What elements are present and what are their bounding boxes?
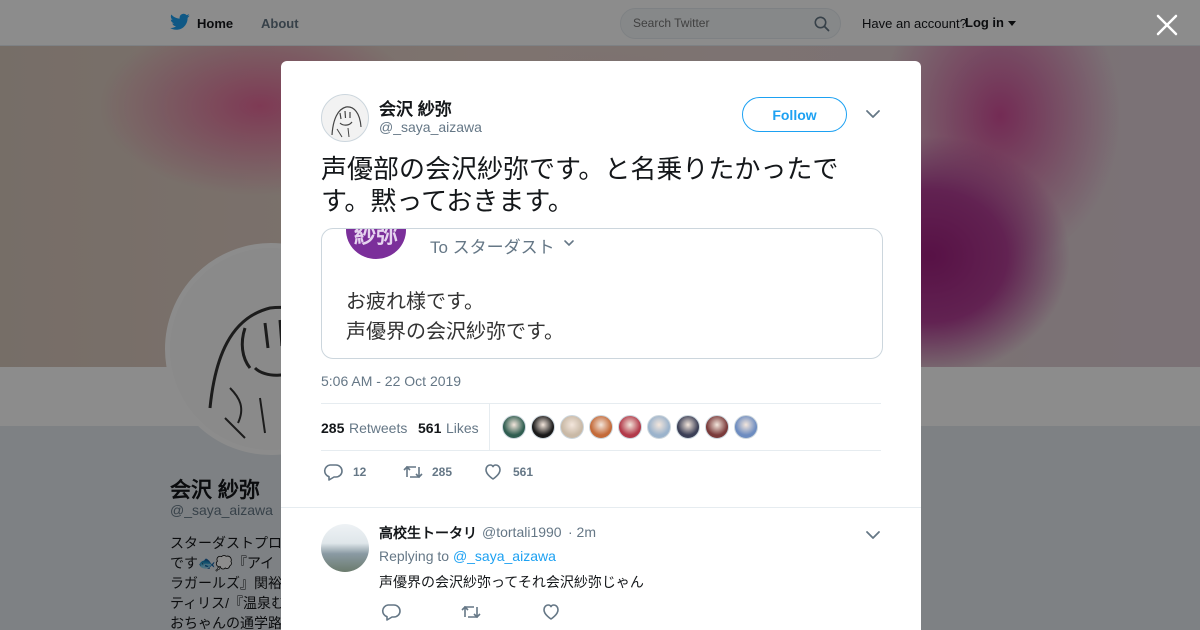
reply-count: 12 <box>353 465 367 479</box>
stats-divider <box>489 404 490 450</box>
author-name[interactable]: 会沢 紗弥 <box>379 95 452 120</box>
liker-avatar[interactable] <box>676 415 700 439</box>
tweet-timestamp[interactable]: 5:06 AM - 22 Oct 2019 <box>321 373 461 389</box>
like-count: 561 <box>513 465 534 479</box>
reply-text: 声優界の会沢紗弥ってそれ会沢紗弥じゃん <box>379 574 644 590</box>
replying-to: Replying to @_saya_aizawa <box>379 548 556 564</box>
liker-avatar[interactable] <box>618 415 642 439</box>
tweet-actions: 12 285 561 <box>321 461 881 485</box>
liker-avatar[interactable] <box>705 415 729 439</box>
retweet-button[interactable]: 285 <box>402 461 477 485</box>
chevron-down-icon <box>564 240 574 247</box>
tweet-media-card[interactable]: 紗弥 To スターダスト お疲れ様です。 声優界の会沢紗弥です。 <box>321 228 883 359</box>
replying-to-link[interactable]: @_saya_aizawa <box>453 548 556 564</box>
liker-avatar[interactable] <box>502 415 526 439</box>
likes-count[interactable]: 561 <box>418 420 441 436</box>
tweet-text: 声優部の会沢紗弥です。と名乗りたかったです。黙っておきます。 <box>321 154 839 216</box>
quote-line: 声優界の会沢紗弥です。 <box>346 321 564 343</box>
retweet-count: 285 <box>432 465 453 479</box>
reply-author-handle[interactable]: @tortali1990 <box>482 524 562 540</box>
liker-avatar[interactable] <box>734 415 758 439</box>
replying-to-prefix: Replying to <box>379 548 450 564</box>
retweet-icon[interactable] <box>460 603 482 621</box>
likes-label[interactable]: Likes <box>446 420 479 436</box>
liker-avatar[interactable] <box>589 415 613 439</box>
liker-avatar[interactable] <box>531 415 555 439</box>
author-avatar[interactable] <box>321 94 369 142</box>
like-button[interactable]: 561 <box>483 461 553 485</box>
reply-author-avatar[interactable] <box>321 524 369 572</box>
close-icon[interactable] <box>1155 13 1179 37</box>
author-handle[interactable]: @_saya_aizawa <box>379 119 482 135</box>
reply-author-name[interactable]: 高校生トータリ <box>379 523 477 543</box>
quote-avatar-text: 紗弥 <box>354 228 399 248</box>
retweet-icon <box>403 465 423 479</box>
liker-avatar[interactable] <box>560 415 584 439</box>
reply-actions <box>379 603 679 623</box>
reply-tweet[interactable]: 高校生トータリ @tortali1990 · 2m Replying to @_… <box>281 507 921 630</box>
liker-avatar[interactable] <box>647 415 671 439</box>
heart-icon[interactable] <box>541 603 561 621</box>
tweet-stats: 285 Retweets 561 Likes <box>321 403 881 451</box>
follow-button[interactable]: Follow <box>742 97 847 132</box>
quote-recipient: To スターダスト <box>430 238 555 257</box>
chevron-down-icon[interactable] <box>865 108 881 120</box>
reply-icon[interactable] <box>381 603 401 621</box>
chevron-down-icon[interactable] <box>865 529 881 541</box>
quote-line: お疲れ様です。 <box>346 291 484 313</box>
retweets-label[interactable]: Retweets <box>349 420 407 436</box>
author-avatar-drawing <box>331 106 362 138</box>
reply-button[interactable]: 12 <box>323 461 383 485</box>
reply-icon <box>323 464 343 481</box>
tweet-modal: 会沢 紗弥 @_saya_aizawa Follow 声優部の会沢紗弥です。と名… <box>281 61 921 630</box>
reply-timestamp[interactable]: · 2m <box>568 524 596 540</box>
retweets-count[interactable]: 285 <box>321 420 344 436</box>
heart-icon <box>485 464 501 480</box>
